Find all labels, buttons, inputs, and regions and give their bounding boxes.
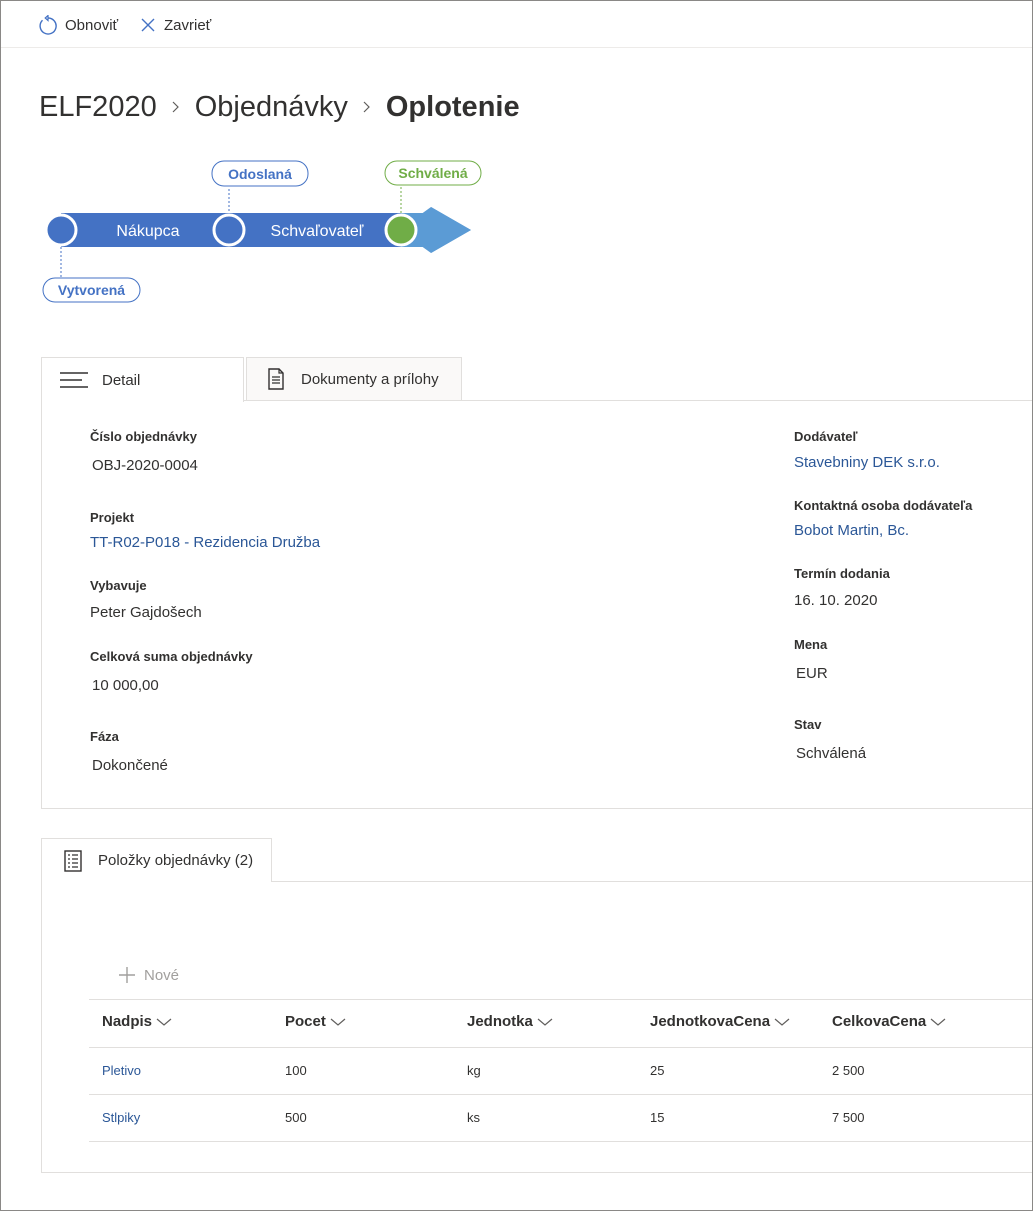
phase-value: Dokončené [92,757,168,774]
item-total-price: 2 500 [832,1063,865,1078]
row-divider [89,1141,1032,1142]
column-header-unit-price-label: JednotkovaCena [650,1013,771,1030]
project-link[interactable]: TT-R02-P018 - Rezidencia Družba [90,534,320,551]
status-approved-label: Schválená [398,165,467,181]
project-label: Projekt [90,510,135,525]
column-header-count-label: Pocet [285,1013,326,1030]
order-number-label: Číslo objednávky [90,429,197,444]
currency-value: EUR [796,665,828,682]
chevron-down-icon [930,1018,946,1026]
item-unit-price: 15 [650,1110,665,1125]
breadcrumb-item-site[interactable]: ELF2020 [39,91,157,124]
state-value: Schválená [796,745,867,762]
close-button[interactable]: Zavrieť [140,13,211,37]
close-icon [141,18,155,32]
column-header-title[interactable]: Nadpis [102,1013,172,1030]
lines-icon [60,372,88,388]
header-divider [89,1047,1032,1048]
stage-buyer-label: Nákupca [116,223,179,240]
currency-label: Mena [794,637,828,652]
contact-link[interactable]: Bobot Martin, Bc. [794,522,909,539]
column-header-unit-label: Jednotka [467,1013,533,1030]
tab-documents-label: Dokumenty a prílohy [301,370,439,388]
breadcrumb: ELF2020 Objednávky Oplotenie [39,87,520,127]
handled-by-label: Vybavuje [90,578,147,593]
supplier-label: Dodávateľ [794,429,858,444]
chevron-down-icon [774,1018,790,1026]
detail-tabs: Detail Dokumenty a prílohy [41,357,462,402]
contact-label: Kontaktná osoba dodávateľa [794,498,973,513]
item-unit: ks [467,1110,480,1125]
handled-by-value: Peter Gajdošech [90,604,202,621]
tab-items-label: Položky objednávky (2) [98,852,254,869]
chevron-right-icon [171,100,181,114]
chevron-down-icon [156,1018,172,1026]
column-header-unit[interactable]: Jednotka [467,1013,553,1030]
item-count: 100 [285,1063,307,1078]
breadcrumb-item-list[interactable]: Objednávky [195,91,348,124]
state-label: Stav [794,717,822,732]
order-number-value: OBJ-2020-0004 [92,457,198,474]
item-title-link[interactable]: Stlpiky [102,1110,140,1125]
item-total-price: 7 500 [832,1110,865,1125]
tab-items[interactable]: Položky objednávky (2) [41,838,272,882]
supplier-link[interactable]: Stavebniny DEK s.r.o. [794,454,940,471]
tab-detail[interactable]: Detail [41,357,244,402]
plus-icon [119,967,135,983]
new-item-label: Nové [144,966,180,984]
list-icon [64,849,82,872]
refresh-button[interactable]: Obnoviť [39,13,118,37]
refresh-label: Obnoviť [65,16,119,34]
command-bar: Obnoviť Zavrieť [1,1,1032,48]
node-approved [384,213,418,247]
table-top-divider [89,999,1032,1000]
total-label: Celková suma objednávky [90,649,253,664]
item-count: 500 [285,1110,307,1125]
workflow-diagram: Nákupca Schvaľovateľ Vytvorená Odoslaná … [42,160,482,303]
page-title: Oplotenie [385,90,520,123]
item-unit-price: 25 [650,1063,665,1078]
item-title-link[interactable]: Pletivo [102,1063,141,1078]
column-header-unit-price[interactable]: JednotkovaCena [650,1013,790,1030]
node-sent [212,213,246,247]
status-sent-label: Odoslaná [228,166,292,182]
column-header-count[interactable]: Pocet [285,1013,346,1030]
item-unit: kg [467,1063,481,1078]
column-header-total-price-label: CelkovaCena [832,1013,927,1030]
delivery-value: 16. 10. 2020 [794,592,878,609]
status-created-label: Vytvorená [58,282,125,298]
tab-documents[interactable]: Dokumenty a prílohy [246,357,462,401]
refresh-icon [39,15,57,35]
document-icon [268,368,284,390]
node-created [44,213,78,247]
chevron-down-icon [330,1018,346,1026]
tab-detail-label: Detail [102,371,141,389]
stage-approver-label: Schvaľovateľ [271,223,364,240]
items-tabs: Položky objednávky (2) [41,838,272,882]
chevron-down-icon [537,1018,553,1026]
chevron-right-icon [362,100,372,114]
new-item-button[interactable]: Nové [118,963,179,987]
order-form: Obnoviť Zavrieť ELF2020 Objednávky Oplot… [0,0,1033,1211]
column-header-title-label: Nadpis [102,1013,153,1030]
close-label: Zavrieť [164,16,212,34]
column-header-total-price[interactable]: CelkovaCena [832,1013,946,1030]
total-value: 10 000,00 [92,677,159,694]
delivery-label: Termín dodania [794,566,890,581]
row-divider [89,1094,1032,1095]
phase-label: Fáza [90,729,119,744]
